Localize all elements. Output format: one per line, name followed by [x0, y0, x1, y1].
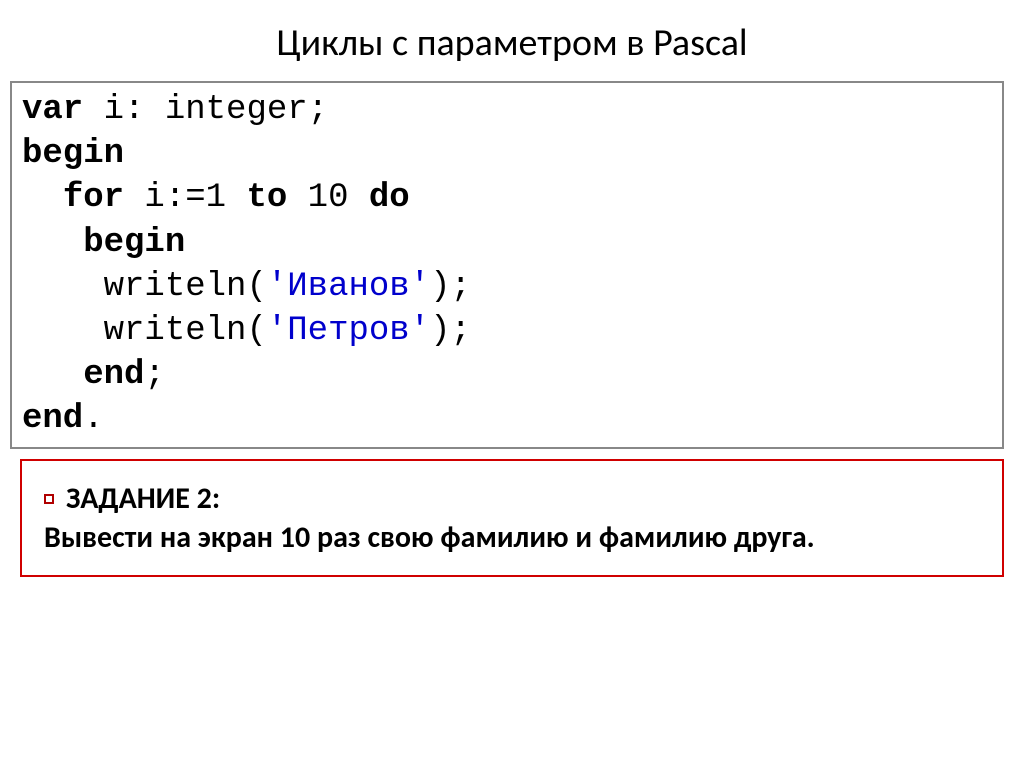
string-literal: 'Петров' [267, 312, 430, 350]
code-block: var i: integer; begin for i:=1 to 10 do … [10, 81, 1004, 449]
keyword-end-inner: end [83, 356, 144, 394]
indent [22, 356, 83, 394]
task-header-text: ЗАДАНИЕ 2: [66, 480, 220, 517]
func-writeln: writeln( [104, 312, 267, 350]
code-line-6: writeln('Петров'); [22, 309, 992, 353]
string-literal: 'Иванов' [267, 268, 430, 306]
code-line-5: writeln('Иванов'); [22, 265, 992, 309]
code-line-3: for i:=1 to 10 do [22, 176, 992, 220]
code-text: i: integer; [83, 91, 328, 129]
keyword-begin-inner: begin [83, 224, 185, 262]
keyword-do: do [369, 179, 410, 217]
task-box: ЗАДАНИЕ 2: Вывести на экран 10 раз свою … [20, 459, 1004, 577]
task-header: ЗАДАНИЕ 2: [44, 479, 980, 518]
code-text: . [83, 400, 103, 438]
keyword-var: var [22, 91, 83, 129]
code-line-7: end; [22, 353, 992, 397]
code-line-4: begin [22, 221, 992, 265]
code-text: ; [144, 356, 164, 394]
indent [22, 268, 104, 306]
indent [22, 312, 104, 350]
code-line-8: end. [22, 397, 992, 441]
indent [22, 224, 83, 262]
bullet-icon [44, 494, 54, 504]
task-body: Вывести на экран 10 раз свою фамилию и ф… [44, 518, 980, 557]
code-text: i:=1 [124, 179, 246, 217]
func-writeln: writeln( [104, 268, 267, 306]
page-title: Циклы с параметром в Pascal [0, 0, 1024, 76]
keyword-to: to [246, 179, 287, 217]
code-text: ); [430, 312, 471, 350]
code-line-2: begin [22, 132, 992, 176]
code-line-1: var i: integer; [22, 88, 992, 132]
code-text: ); [430, 268, 471, 306]
keyword-begin: begin [22, 135, 124, 173]
indent [22, 179, 63, 217]
keyword-for: for [63, 179, 124, 217]
keyword-end: end [22, 400, 83, 438]
code-text: 10 [287, 179, 369, 217]
